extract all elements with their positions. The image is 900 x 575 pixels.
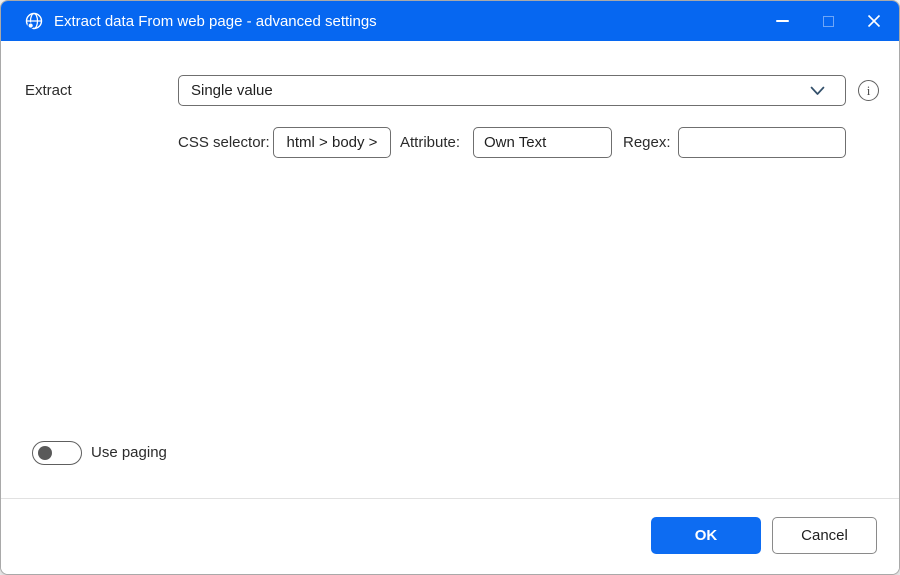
dialog-window: Extract data From web page - advanced se… (0, 0, 900, 575)
extract-label: Extract (25, 82, 72, 99)
title-bar: Extract data From web page - advanced se… (1, 1, 899, 41)
minimize-button[interactable] (759, 1, 805, 41)
regex-input[interactable] (678, 127, 846, 158)
close-button[interactable] (851, 1, 897, 41)
toggle-knob (38, 446, 52, 460)
regex-label: Regex: (623, 134, 671, 151)
window-controls (759, 1, 897, 41)
attribute-input[interactable] (473, 127, 612, 158)
footer-divider (1, 498, 899, 499)
extract-type-selected-value: Single value (191, 82, 273, 99)
attribute-label: Attribute: (400, 134, 461, 151)
use-paging-toggle[interactable] (32, 441, 82, 465)
dialog-content: Extract Single value i CSS selector: htm… (1, 41, 899, 574)
extract-type-dropdown[interactable]: Single value (178, 75, 846, 106)
css-selector-label: CSS selector: (178, 134, 270, 151)
ok-button[interactable]: OK (651, 517, 761, 554)
info-icon[interactable]: i (858, 80, 879, 101)
maximize-button (805, 1, 851, 41)
globe-icon (24, 11, 44, 31)
use-paging-label: Use paging (91, 444, 167, 461)
window-title: Extract data From web page - advanced se… (54, 12, 377, 30)
maximize-icon (822, 15, 834, 27)
css-selector-field[interactable]: html > body > (273, 127, 391, 158)
chevron-down-icon (810, 86, 825, 96)
close-icon (867, 14, 881, 28)
cancel-button[interactable]: Cancel (772, 517, 877, 554)
minimize-icon (775, 20, 789, 22)
